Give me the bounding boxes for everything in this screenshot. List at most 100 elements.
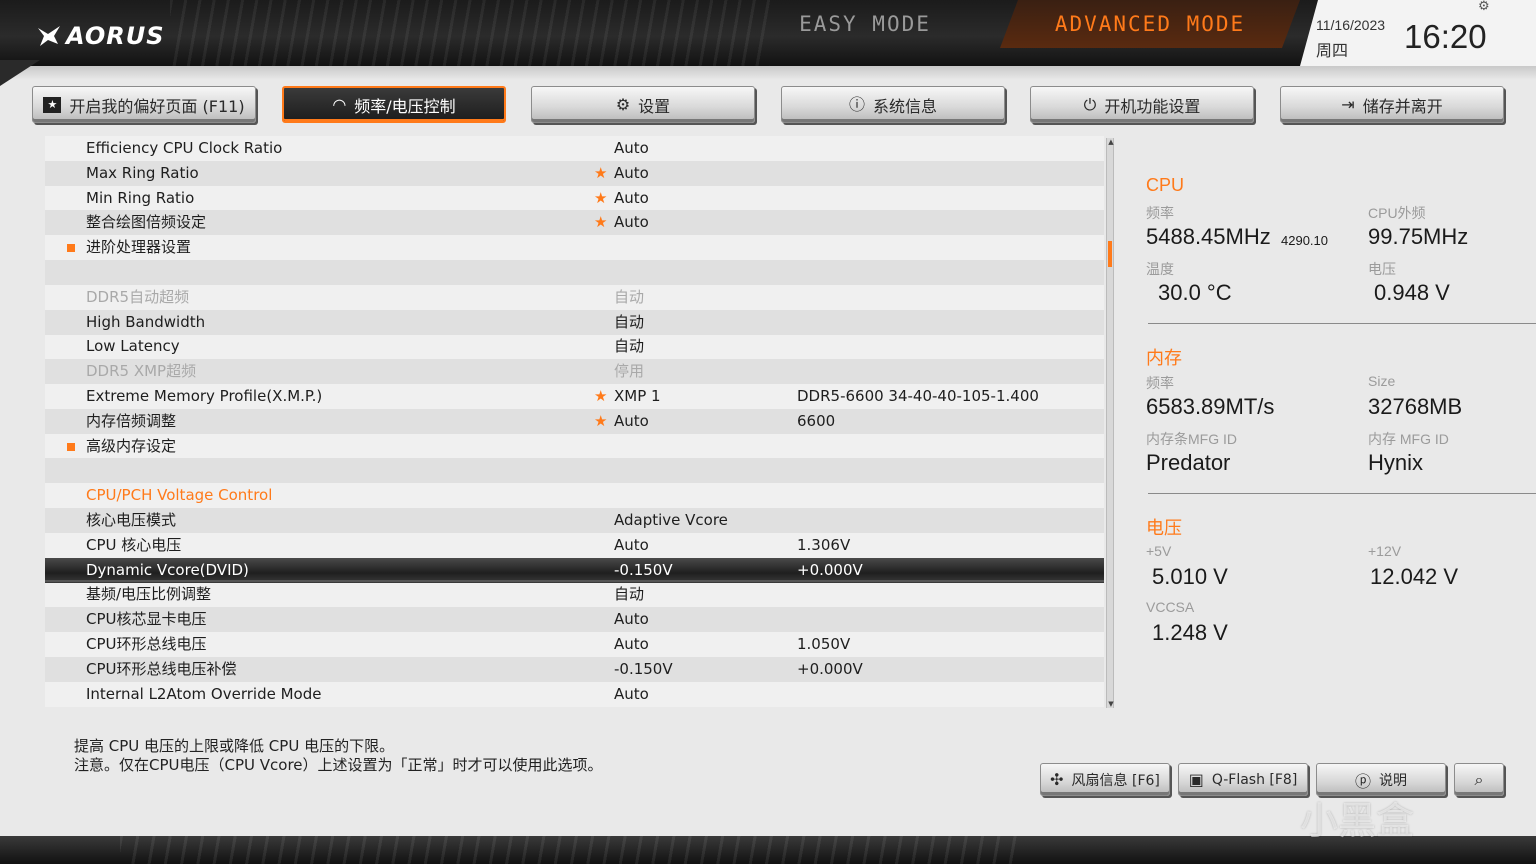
memory-size-label: Size <box>1368 373 1396 389</box>
setting-value[interactable]: Auto <box>614 161 649 186</box>
aorus-logo: AORUS <box>36 20 165 52</box>
setting-value[interactable]: XMP 1 <box>614 384 661 409</box>
setting-label: Internal L2Atom Override Mode <box>86 684 322 703</box>
modified-star-icon: ★ <box>594 188 608 207</box>
settings-row: DDR5 XMP超频 停用 <box>45 359 1104 385</box>
settings-row[interactable]: Min Ring Ratio ★ Auto <box>45 186 1104 211</box>
qflash-button[interactable]: ▣ Q-Flash [F8] <box>1178 763 1308 796</box>
tab-frequency-voltage[interactable]: ◠ 频率/电压控制 <box>282 86 506 123</box>
settings-row-selected[interactable]: Dynamic Vcore(DVID) -0.150V +0.000V <box>45 557 1104 583</box>
settings-gear-icon[interactable]: ⚙ <box>1478 0 1492 14</box>
settings-row[interactable]: 基频/电压比例调整 自动 <box>45 582 1104 607</box>
memory-mfg-value: Predator <box>1146 450 1231 475</box>
fan-icon: ✣ <box>1050 770 1064 789</box>
settings-row[interactable]: 内存倍频调整 ★ Auto 6600 <box>45 408 1104 434</box>
scrollbar[interactable]: ▲ ▼ <box>1106 138 1114 708</box>
setting-value[interactable]: Auto <box>614 607 649 632</box>
tab-boot[interactable]: ⏻ 开机功能设置 <box>1030 86 1254 123</box>
settings-row[interactable]: Internal L2Atom Override Mode Auto <box>45 682 1104 707</box>
setting-current-value: DDR5-6600 34-40-40-105-1.400 <box>797 387 1039 405</box>
v12-label: +12V <box>1368 543 1402 559</box>
setting-value[interactable]: -0.150V <box>614 558 673 583</box>
settings-row[interactable]: CPU核芯显卡电压 Auto <box>45 607 1104 633</box>
settings-row[interactable]: CPU环形总线电压 Auto 1.050V <box>45 632 1104 657</box>
speedometer-icon: ◠ <box>332 94 347 114</box>
settings-row[interactable]: Max Ring Ratio ★ Auto <box>45 160 1104 186</box>
setting-value[interactable]: Adaptive Vcore <box>614 508 728 533</box>
vccsa-label: VCCSA <box>1146 599 1195 615</box>
power-icon: ⏻ <box>1083 94 1097 114</box>
setting-current-value: +0.000V <box>797 659 863 678</box>
setting-value[interactable]: Auto <box>614 210 649 235</box>
exit-icon: ⇥ <box>1341 94 1355 114</box>
setting-value[interactable]: Auto <box>614 136 649 161</box>
cpu-voltage-label: 电压 <box>1368 261 1396 277</box>
fan-info-button[interactable]: ✣ 风扇信息 [F6] <box>1040 763 1170 796</box>
settings-row <box>45 260 1104 285</box>
settings-row[interactable]: 进阶处理器设置 <box>45 235 1104 260</box>
scroll-up-icon[interactable]: ▲ <box>1107 138 1115 146</box>
weekday-display: 周四 <box>1316 41 1349 60</box>
setting-label: 基频/电压比例调整 <box>86 585 212 604</box>
help-line: 注意。仅在CPU电压（CPU Vcore）上述设置为「正常」时才可以使用此选项。 <box>74 756 603 774</box>
setting-value[interactable]: Auto <box>614 682 649 707</box>
setting-current-value: 1.306V <box>797 535 851 554</box>
help-line: 提高 CPU 电压的上限或降低 CPU 电压的下限。 <box>74 737 395 755</box>
setting-label: CPU环形总线电压补偿 <box>86 659 237 678</box>
tab-save-exit[interactable]: ⇥ 储存并离开 <box>1280 86 1504 123</box>
memory-freq-value: 6583.89MT/s <box>1146 394 1275 419</box>
setting-value[interactable]: -0.150V <box>614 657 673 682</box>
setting-label: 进阶处理器设置 <box>86 238 192 257</box>
setting-label: CPU/PCH Voltage Control <box>86 486 273 505</box>
setting-value[interactable]: Auto <box>614 533 649 558</box>
settings-row[interactable]: CPU环形总线电压补偿 -0.150V +0.000V <box>45 656 1104 682</box>
tab-settings[interactable]: ⚙ 设置 <box>531 86 755 123</box>
setting-value[interactable]: Auto <box>614 632 649 657</box>
scroll-down-icon[interactable]: ▼ <box>1107 700 1115 708</box>
settings-row[interactable]: Extreme Memory Profile(X.M.P.) ★ XMP 1 DDR5… <box>45 384 1104 409</box>
setting-label: CPU环形总线电压 <box>86 635 207 653</box>
advanced-mode-button[interactable]: ADVANCED MODE <box>1000 0 1300 48</box>
settings-row[interactable]: 核心电压模式 Adaptive Vcore <box>45 508 1104 533</box>
setting-current-value: +0.000V <box>797 560 863 579</box>
setting-label: High Bandwidth <box>86 312 206 331</box>
chip-icon: ▣ <box>1188 770 1204 789</box>
tab-system-info[interactable]: ⓘ 系统信息 <box>781 86 1005 123</box>
button-label: 说明 <box>1379 772 1407 789</box>
divider <box>1148 323 1536 324</box>
setting-current-value: 1.050V <box>797 635 851 653</box>
memory-section-title: 内存 <box>1146 348 1182 368</box>
top-bar-edge <box>0 66 1536 80</box>
v5-value: 5.010 V <box>1152 564 1228 589</box>
setting-label: CPU核芯显卡电压 <box>86 610 207 629</box>
bottom-bar-decoration <box>120 836 1020 864</box>
settings-row[interactable]: High Bandwidth 自动 <box>45 309 1104 335</box>
setting-value[interactable]: 自动 <box>614 310 644 335</box>
settings-row[interactable]: Low Latency 自动 <box>45 334 1104 359</box>
settings-row[interactable]: 高级内存设定 <box>45 434 1104 459</box>
divider <box>1148 493 1536 494</box>
settings-row[interactable]: 整合绘图倍频设定 ★ Auto <box>45 210 1104 236</box>
settings-row[interactable]: Efficiency CPU Clock Ratio Auto <box>45 136 1104 161</box>
setting-label: 内存倍频调整 <box>86 411 177 430</box>
setting-value[interactable]: 停用 <box>614 359 644 384</box>
memory-mfg-label: 内存条MFG ID <box>1146 431 1237 447</box>
settings-row: CPU/PCH Voltage Control <box>45 483 1104 508</box>
setting-value[interactable]: 自动 <box>614 334 644 359</box>
search-button[interactable]: ⌕ <box>1454 763 1504 796</box>
tab-my-favorites[interactable]: ★ 开启我的偏好页面 (F11) <box>32 86 256 123</box>
settings-row: DDR5自动超频 自动 <box>45 285 1104 310</box>
setting-value[interactable]: Auto <box>614 186 649 211</box>
modified-star-icon: ★ <box>594 213 608 232</box>
setting-value[interactable]: 自动 <box>614 285 644 310</box>
setting-value[interactable]: Auto <box>614 409 649 434</box>
v12-value: 12.042 V <box>1370 564 1459 589</box>
memory-size-value: 32768MB <box>1368 394 1463 419</box>
scroll-thumb[interactable] <box>1108 241 1112 267</box>
search-icon: ⌕ <box>1474 769 1484 789</box>
settings-row[interactable]: CPU 核心电压 Auto 1.306V <box>45 533 1104 558</box>
setting-label: CPU 核心电压 <box>86 535 182 554</box>
easy-mode-button[interactable]: EASY MODE <box>740 0 990 48</box>
setting-value[interactable]: 自动 <box>614 582 644 607</box>
cpu-section-title: CPU <box>1146 175 1185 195</box>
